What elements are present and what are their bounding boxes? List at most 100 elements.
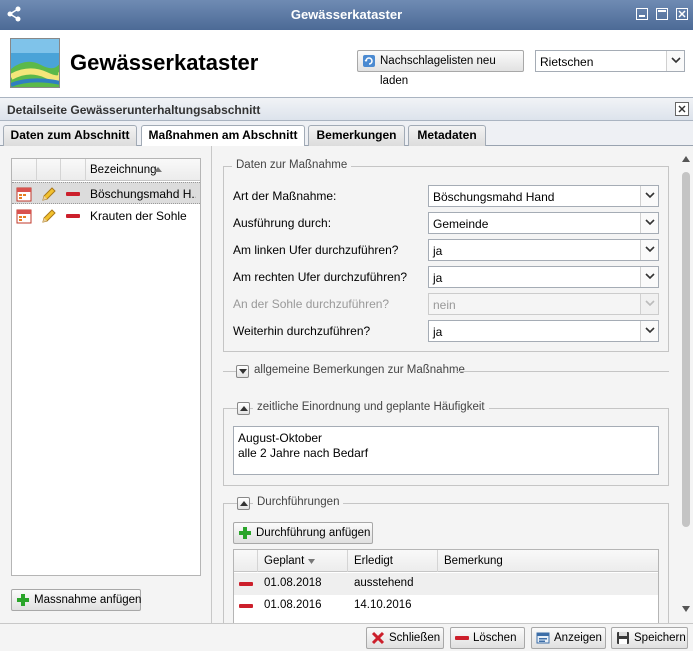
continue-select[interactable]: ja [428,320,659,342]
tab-bar: Daten zum Abschnitt Maßnahmen am Abschni… [0,121,693,147]
left-bank-select[interactable]: ja [428,239,659,261]
plus-icon [17,594,29,606]
close-button[interactable]: Schließen [366,627,444,649]
measure-data-fieldset: Daten zur Maßnahme Art der Maßnahme: Bös… [223,159,669,352]
delete-button[interactable]: Löschen [450,627,525,649]
execution-row[interactable]: 01.08.2018 ausstehend [234,573,658,595]
chevron-down-icon[interactable] [666,51,684,71]
show-label: Anzeigen [554,632,602,644]
view-icon [536,632,550,644]
bed-select: nein [428,293,659,315]
chevron-down-icon[interactable] [640,321,658,341]
column-header-note[interactable]: Bemerkung [438,550,658,572]
maximize-icon[interactable] [656,8,668,20]
executions-grid-header: Geplant Erledigt Bemerkung [234,550,658,572]
field-label-right-bank: Am rechten Ufer durchzuführen? [233,270,408,284]
executor-select[interactable]: Gemeinde [428,212,659,234]
delete-icon[interactable] [66,192,80,196]
scroll-up-icon[interactable] [682,156,690,162]
calendar-icon[interactable] [16,208,32,224]
execution-planned: 01.08.2016 [264,599,322,611]
field-label-executor: Ausführung durch: [233,216,332,230]
pencil-icon[interactable] [41,208,57,224]
close-icon[interactable] [675,102,689,116]
executions-grid: Geplant Erledigt Bemerkung 01.08.2018 au… [233,549,659,623]
execution-row[interactable]: 01.08.2016 14.10.2016 [234,595,658,617]
delete-icon [455,636,469,640]
tab-section-data[interactable]: Daten zum Abschnitt [3,125,137,146]
collapse-executions-toggle[interactable] [237,497,250,510]
schedule-legend: zeitliche Einordnung und geplante Häufig… [253,401,489,413]
measure-name: Böschungsmahd H... [90,187,196,201]
collapse-schedule-toggle[interactable] [237,402,250,415]
app-title: Gewässerkataster [70,50,259,75]
close-window-icon[interactable] [676,8,688,20]
measure-row[interactable]: Böschungsmahd H... [12,182,200,204]
delete-icon[interactable] [66,214,80,218]
add-execution-label: Durchführung anfügen [256,527,371,539]
details-scrollbar[interactable] [679,146,693,623]
reload-lookups-button[interactable]: Nachschlagelisten neu laden [357,50,524,87]
add-measure-button[interactable]: Massnahme anfügen [11,589,141,611]
chevron-down-icon[interactable] [640,267,658,287]
column-header-done[interactable]: Erledigt [348,550,438,572]
app-header: Gewässerkataster Nachschlagelisten neu l… [0,30,693,97]
field-label-continue: Weiterhin durchzuführen? [233,324,371,338]
close-label: Schließen [389,632,441,644]
measure-row[interactable]: Krauten der Sohle [12,205,200,227]
schedule-fieldset: zeitliche Einordnung und geplante Häufig… [223,401,669,486]
execution-done: ausstehend [354,577,414,589]
calendar-icon[interactable] [16,186,32,202]
delete-label: Löschen [473,632,517,644]
measures-grid-header: Bezeichnung [12,159,200,181]
close-red-icon [371,631,385,645]
pencil-icon[interactable] [41,186,57,202]
measure-name: Krauten der Sohle [90,209,187,223]
chevron-down-icon[interactable] [640,240,658,260]
reload-lookups-label: Nachschlagelisten neu laden [380,55,496,87]
chevron-down-icon[interactable] [640,186,658,206]
location-select-value: Rietschen [540,55,594,69]
field-label-left-bank: Am linken Ufer durchzuführen? [233,243,399,257]
chevron-down-icon[interactable] [640,213,658,233]
floppy-disk-icon [617,632,629,644]
expand-remarks-toggle[interactable] [236,365,249,378]
detail-panel-title: Detailseite Gewässerunterhaltungsabschni… [7,103,261,117]
measures-list-panel: Bezeichnung Böschungsmahd H... Krauten d… [0,146,212,623]
delete-icon[interactable] [239,582,253,586]
tab-remarks[interactable]: Bemerkungen [308,125,405,146]
executions-legend: Durchführungen [253,496,344,508]
field-label-type: Art der Maßnahme: [233,189,337,203]
measure-type-select[interactable]: Böschungsmahd Hand [428,185,659,207]
plus-icon [239,527,251,539]
show-button[interactable]: Anzeigen [531,627,606,649]
tab-measures[interactable]: Maßnahmen am Abschnitt [141,125,305,147]
add-measure-label: Massnahme anfügen [34,594,142,606]
detail-panel-header: Detailseite Gewässerunterhaltungsabschni… [0,97,693,121]
refresh-icon [363,55,375,67]
field-label-bed: An der Sohle durchzuführen? [233,297,390,311]
save-button[interactable]: Speichern [611,627,688,649]
add-execution-button[interactable]: Durchführung anfügen [233,522,373,544]
measures-grid: Bezeichnung Böschungsmahd H... Krauten d… [11,158,201,576]
executions-fieldset: Durchführungen Durchführung anfügen Gepl… [223,496,669,623]
sort-desc-icon [308,559,315,564]
minimize-icon[interactable] [636,8,648,20]
schedule-textarea[interactable]: August-Oktober alle 2 Jahre nach Bedarf [233,426,659,475]
chevron-down-icon [640,294,658,314]
general-remarks-legend: allgemeine Bemerkungen zur Maßnahme [254,364,465,376]
location-select[interactable]: Rietschen [535,50,685,72]
tab-metadata[interactable]: Metadaten [408,125,486,146]
right-bank-select[interactable]: ja [428,266,659,288]
execution-done: 14.10.2016 [354,599,412,611]
scroll-thumb[interactable] [682,172,690,527]
scroll-down-icon[interactable] [682,606,690,612]
measure-data-legend: Daten zur Maßnahme [232,159,352,171]
column-header-planned[interactable]: Geplant [258,550,348,572]
delete-icon[interactable] [239,604,253,608]
column-header-bezeichnung[interactable]: Bezeichnung [86,159,200,181]
app-logo [10,38,60,88]
window-titlebar: Gewässerkataster [0,0,693,30]
save-label: Speichern [634,632,686,644]
bottom-toolbar: Schließen Löschen Anzeigen Speichern [0,623,693,651]
